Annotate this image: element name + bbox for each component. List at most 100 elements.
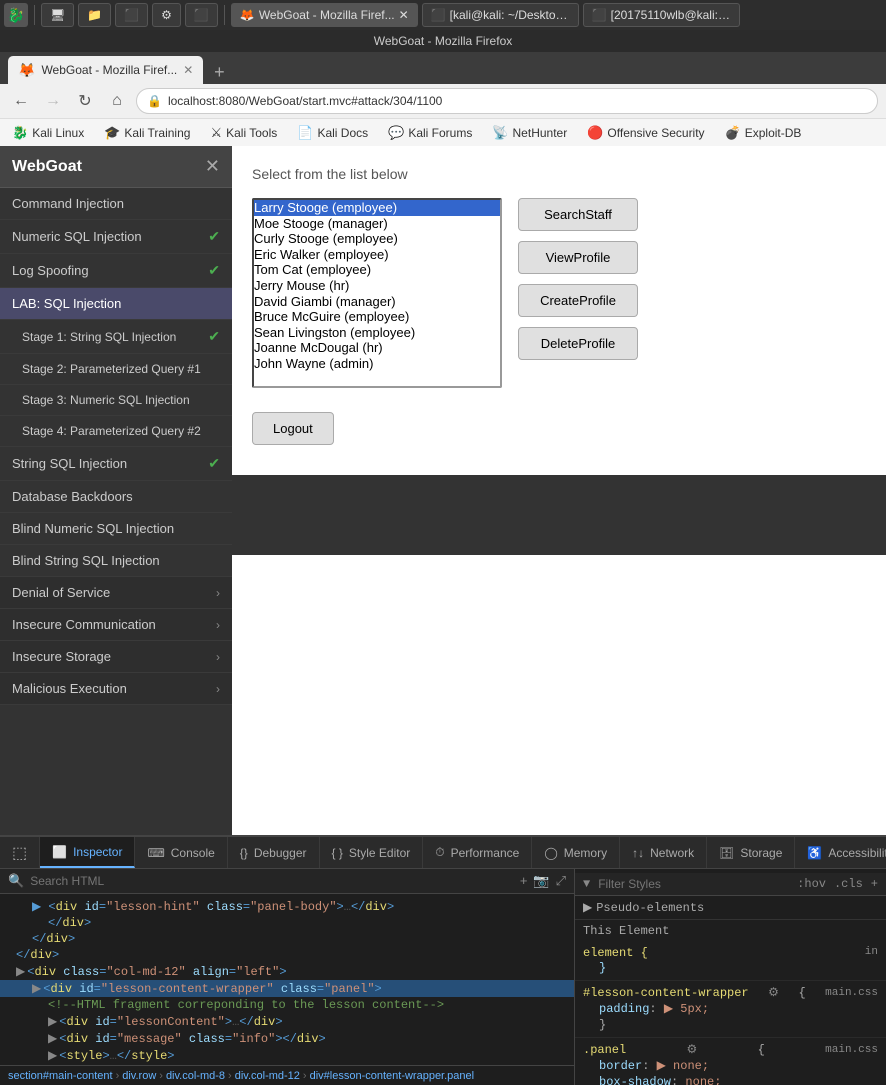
sidebar-item-malicious-execution[interactable]: Malicious Execution › [0,673,232,705]
devtools-console-tab[interactable]: ⌨ Console [135,837,227,868]
expand-lesson-content[interactable]: ▶ [48,1014,57,1029]
expand-col-md-12[interactable]: ▶ [16,964,25,979]
breadcrumb-main-content[interactable]: section#main-content [8,1070,113,1082]
browser-tab-webgoat[interactable]: 🦊 WebGoat - Mozilla Firef... ✕ [8,56,203,84]
bookmark-kali-tools[interactable]: ⚔ Kali Tools [206,123,281,143]
sidebar-item-insecure-communication[interactable]: Insecure Communication › [0,609,232,641]
sidebar-item-string-sql-injection[interactable]: String SQL Injection ✔ [0,447,232,481]
sidebar-item-stage3[interactable]: Stage 3: Numeric SQL Injection [0,385,232,416]
sidebar-item-database-backdoors[interactable]: Database Backdoors [0,481,232,513]
bookmark-nethunter[interactable]: 📡 NetHunter [488,123,571,143]
staff-option-6[interactable]: David Giambi (manager) [254,294,500,310]
gear-icon-panel[interactable]: ⚙ [687,1042,698,1057]
devtools-memory-tab[interactable]: ◯ Memory [532,837,620,868]
css-val-border: ▶ none; [657,1059,709,1073]
view-profile-button[interactable]: ViewProfile [518,241,638,274]
home-button[interactable]: ⌂ [104,88,130,114]
bookmark-kali-linux[interactable]: 🐉 Kali Linux [8,123,88,143]
breadcrumb-col-md-8[interactable]: div.col-md-8 [166,1070,225,1082]
settings-taskbar-btn[interactable]: ⚙ [152,3,181,27]
devtools-inspector-tab[interactable]: ⬜ Inspector [40,837,135,868]
sidebar-item-stage1[interactable]: Stage 1: String SQL Injection ✔ [0,320,232,354]
screenshot-icon[interactable]: 📷 [533,873,549,889]
files-taskbar-btn[interactable]: 📁 [78,3,111,27]
css-prop-line-0: } [583,960,878,976]
kali-dragon-icon[interactable]: 🐉 [4,3,28,27]
html-line-3: </div> [0,947,574,963]
staff-option-8[interactable]: Sean Livingston (employee) [254,325,500,341]
forward-button[interactable]: → [40,88,66,114]
html-search-input[interactable] [30,874,514,888]
sidebar-item-stage2[interactable]: Stage 2: Parameterized Query #1 [0,354,232,385]
taskbar-separator2 [224,5,225,25]
sidebar-item-command-injection[interactable]: Command Injection [0,188,232,220]
create-profile-button[interactable]: CreateProfile [518,284,638,317]
staff-listbox[interactable]: Larry Stooge (employee) Moe Stooge (mana… [252,198,502,388]
add-rule-btn[interactable]: + [871,877,878,891]
staff-option-10[interactable]: John Wayne (admin) [254,356,500,372]
devtools-storage-tab[interactable]: 🗄 Storage [707,837,795,868]
bookmark-exploit-db[interactable]: 💣 Exploit-DB [721,123,806,143]
breadcrumb-lesson-wrapper[interactable]: div#lesson-content-wrapper.panel [310,1070,475,1082]
cls-toggle[interactable]: .cls [834,877,863,891]
sidebar-item-insecure-storage[interactable]: Insecure Storage › [0,641,232,673]
sidebar-item-blind-string-sql[interactable]: Blind String SQL Injection [0,545,232,577]
expand-message[interactable]: ▶ [48,1031,57,1046]
sidebar-item-log-spoofing[interactable]: Log Spoofing ✔ [0,254,232,288]
breadcrumb-col-md-12[interactable]: div.col-md-12 [235,1070,300,1082]
logout-button[interactable]: Logout [252,412,334,445]
sidebar-item-numeric-sql-injection[interactable]: Numeric SQL Injection ✔ [0,220,232,254]
pseudo-elements-header[interactable]: ▶ Pseudo-elements [583,900,878,915]
sidebar-label-blind-string-sql: Blind String SQL Injection [12,553,160,568]
firefox-taskbar-btn[interactable]: 🦊 WebGoat - Mozilla Firef... ✕ [231,3,418,27]
sidebar-label-stage3: Stage 3: Numeric SQL Injection [22,393,190,407]
expand-style[interactable]: ▶ [48,1048,57,1063]
sidebar-close-button[interactable]: ✕ [205,156,220,177]
staff-option-1[interactable]: Moe Stooge (manager) [254,216,500,232]
terminal4-taskbar-btn[interactable]: ⬛ [20175110wlb@kali: /ho... [583,3,740,27]
expand-icon[interactable]: ⤢ [556,873,566,889]
url-bar[interactable]: 🔒 localhost:8080/WebGoat/start.mvc#attac… [136,88,878,114]
bookmark-kali-forums[interactable]: 💬 Kali Forums [384,123,476,143]
devtools-network-tab[interactable]: ↑↓ Network [620,837,707,868]
sidebar-item-denial-of-service[interactable]: Denial of Service › [0,577,232,609]
add-node-icon[interactable]: + [520,873,528,889]
bookmarks-bar: 🐉 Kali Linux 🎓 Kali Training ⚔ Kali Tool… [0,118,886,146]
hov-toggle[interactable]: :hov [797,877,826,891]
storage-label: Storage [740,846,782,860]
terminal-taskbar-btn[interactable]: 🖥 [41,3,74,27]
staff-option-7[interactable]: Bruce McGuire (employee) [254,309,500,325]
new-tab-button[interactable]: + [207,60,231,84]
filter-styles-input[interactable] [598,877,789,891]
terminal3-taskbar-btn[interactable]: ⬛ [kali@kali: ~/Desktop/w... [422,3,579,27]
devtools-style-editor-tab[interactable]: { } Style Editor [320,837,424,868]
reload-button[interactable]: ↻ [72,88,98,114]
staff-option-4[interactable]: Tom Cat (employee) [254,262,500,278]
devtools-picker-tab[interactable]: ⬚ [0,837,40,868]
extra-taskbar-btn[interactable]: ⬛ [185,3,218,27]
staff-option-5[interactable]: Jerry Mouse (hr) [254,278,500,294]
sidebar-item-blind-numeric-sql[interactable]: Blind Numeric SQL Injection [0,513,232,545]
staff-option-9[interactable]: Joanne McDougal (hr) [254,340,500,356]
bookmark-offensive-security[interactable]: 🔴 Offensive Security [583,123,708,143]
html-line-5[interactable]: ▶ <div id="lesson-content-wrapper" class… [0,980,574,997]
back-button[interactable]: ← [8,88,34,114]
sidebar-item-stage4[interactable]: Stage 4: Parameterized Query #2 [0,416,232,447]
terminal2-taskbar-btn[interactable]: ⬛ [115,3,148,27]
bookmark-kali-docs[interactable]: 📄 Kali Docs [293,123,372,143]
breadcrumb-row[interactable]: div.row [122,1070,156,1082]
gear-icon-lesson-wrapper[interactable]: ⚙ [768,985,779,1000]
delete-profile-button[interactable]: DeleteProfile [518,327,638,360]
bookmark-kali-training[interactable]: 🎓 Kali Training [100,123,194,143]
search-staff-button[interactable]: SearchStaff [518,198,638,231]
staff-option-3[interactable]: Eric Walker (employee) [254,247,500,263]
sidebar-item-lab-sql-injection[interactable]: LAB: SQL Injection [0,288,232,320]
check-icon-stage1: ✔ [208,328,220,345]
staff-option-2[interactable]: Curly Stooge (employee) [254,231,500,247]
expand-lesson-wrapper[interactable]: ▶ [32,981,41,996]
devtools-performance-tab[interactable]: ⏱ Performance [423,837,532,868]
close-webgoat-tab[interactable]: ✕ [183,63,193,77]
staff-option-0[interactable]: Larry Stooge (employee) [254,200,500,216]
devtools-debugger-tab[interactable]: {} Debugger [228,837,320,868]
devtools-accessibility-tab[interactable]: ♿ Accessibility [795,837,886,868]
